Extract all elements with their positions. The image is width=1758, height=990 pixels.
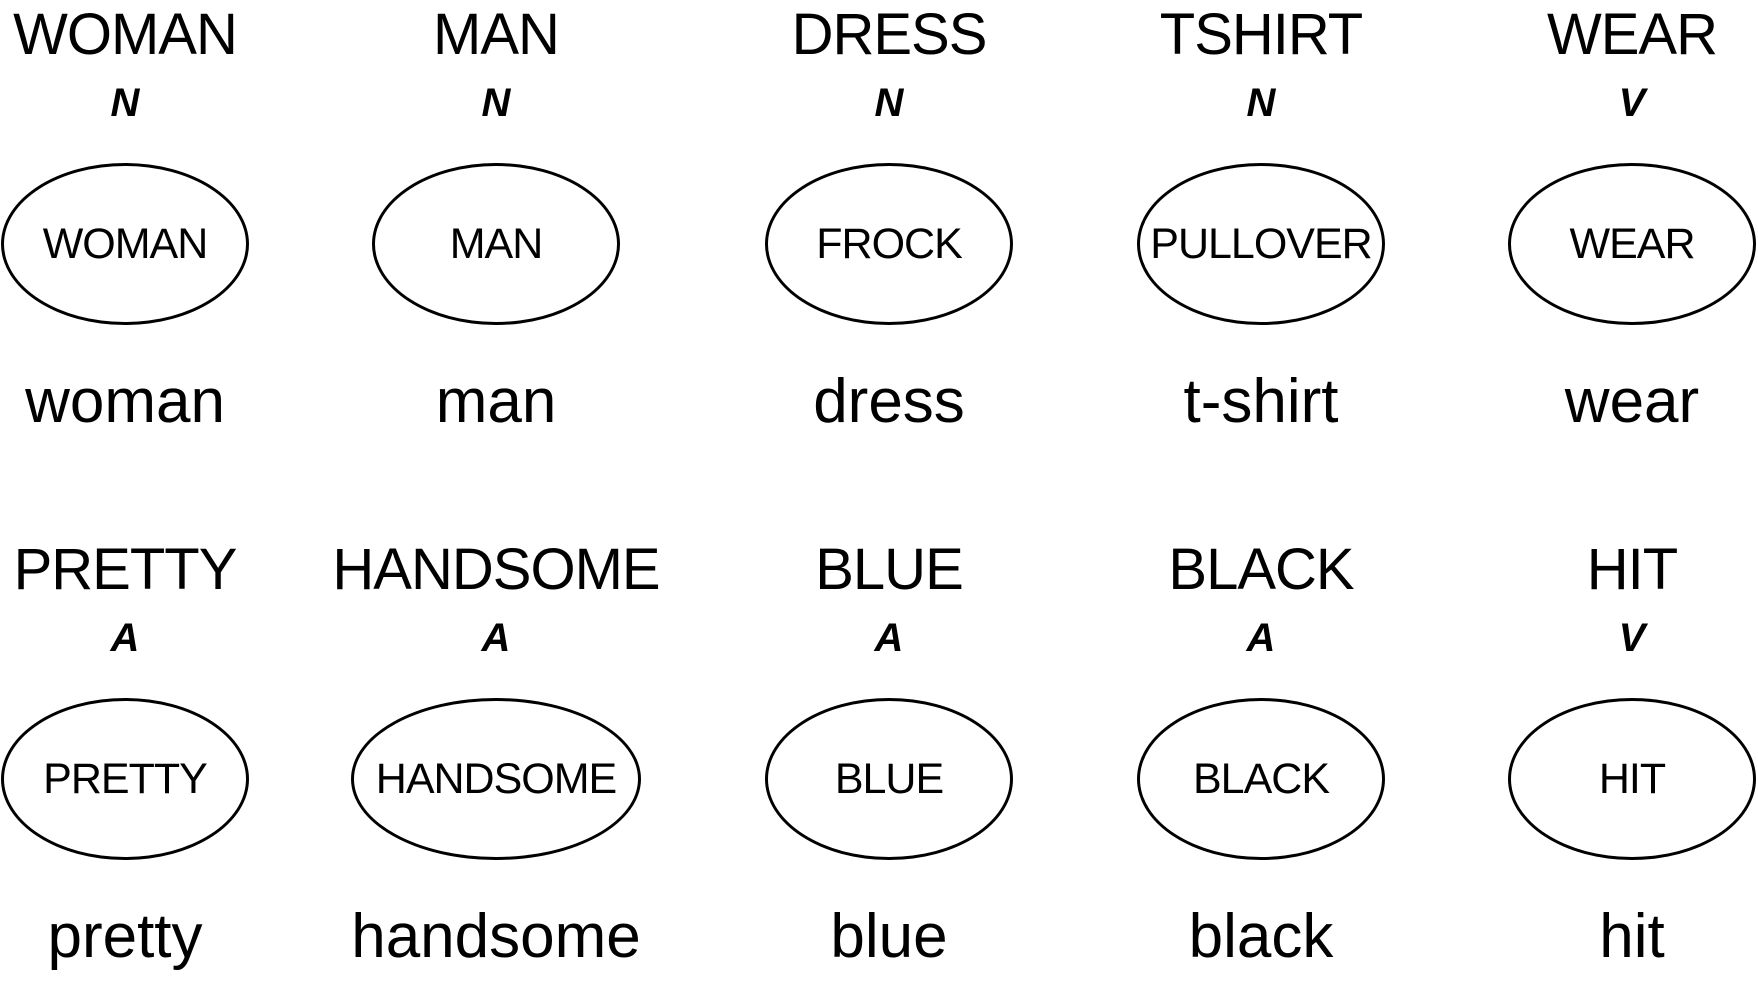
lemma-label: PULLOVER	[1150, 220, 1372, 268]
entry-blue: BLUE A BLUE blue	[724, 535, 1054, 975]
lemma-node: PULLOVER	[1137, 163, 1385, 325]
lemma-node: BLUE	[765, 698, 1013, 860]
pos-label: N	[1246, 81, 1276, 125]
pos-label: V	[1618, 616, 1646, 660]
concept-label: BLACK	[1168, 537, 1354, 602]
lemma-node: PRETTY	[1, 698, 249, 860]
concept-label: HIT	[1586, 537, 1678, 602]
entry-dress: DRESS N FROCK dress	[724, 0, 1054, 440]
entry-wear: WEAR V WEAR wear	[1467, 0, 1758, 440]
word-form: blue	[830, 902, 948, 971]
word-form: pretty	[47, 902, 203, 971]
entry-hit: HIT V HIT hit	[1467, 535, 1758, 975]
lemma-node: HIT	[1508, 698, 1756, 860]
pos-label: N	[874, 81, 904, 125]
lemma-label: PRETTY	[43, 755, 208, 803]
lemma-label: WEAR	[1569, 220, 1696, 268]
lemma-label: FROCK	[816, 220, 962, 268]
pos-label: V	[1618, 81, 1646, 125]
concept-label: MAN	[433, 2, 560, 67]
concept-label: HANDSOME	[332, 537, 660, 602]
pos-label: A	[1246, 616, 1276, 660]
concept-label: TSHIRT	[1159, 2, 1363, 67]
lemma-label: BLUE	[834, 755, 944, 803]
concept-label: PRETTY	[13, 537, 238, 602]
concept-label: WEAR	[1547, 2, 1718, 67]
entry-handsome: HANDSOME A HANDSOME handsome	[331, 535, 661, 975]
lemma-label: BLACK	[1192, 755, 1330, 803]
lemma-label: WOMAN	[42, 220, 209, 268]
lemma-label: MAN	[449, 220, 544, 268]
lemma-label: HIT	[1598, 755, 1666, 803]
concept-label: WOMAN	[13, 2, 238, 67]
pos-label: N	[110, 81, 140, 125]
entry-woman: WOMAN N WOMAN woman	[0, 0, 290, 440]
lexical-diagram: WOMAN N WOMAN woman MAN N MAN man DRESS …	[0, 0, 1758, 990]
word-form: dress	[813, 367, 965, 436]
word-form: hit	[1599, 902, 1665, 971]
lemma-node: MAN	[372, 163, 620, 325]
entry-tshirt: TSHIRT N PULLOVER t-shirt	[1096, 0, 1426, 440]
concept-label: DRESS	[791, 2, 988, 67]
entry-black: BLACK A BLACK black	[1096, 535, 1426, 975]
word-form: black	[1188, 902, 1334, 971]
word-form: wear	[1564, 367, 1700, 436]
lemma-node: FROCK	[765, 163, 1013, 325]
lemma-node: WEAR	[1508, 163, 1756, 325]
lemma-label: HANDSOME	[375, 755, 617, 803]
word-form: t-shirt	[1183, 367, 1339, 436]
pos-label: A	[110, 616, 140, 660]
word-form: handsome	[351, 902, 641, 971]
entry-pretty: PRETTY A PRETTY pretty	[0, 535, 290, 975]
pos-label: A	[481, 616, 511, 660]
word-form: woman	[25, 367, 225, 436]
entry-man: MAN N MAN man	[331, 0, 661, 440]
word-form: man	[435, 367, 557, 436]
pos-label: A	[874, 616, 904, 660]
lemma-node: HANDSOME	[351, 698, 641, 860]
lemma-node: BLACK	[1137, 698, 1385, 860]
pos-label: N	[481, 81, 511, 125]
lemma-node: WOMAN	[1, 163, 249, 325]
concept-label: BLUE	[815, 537, 964, 602]
